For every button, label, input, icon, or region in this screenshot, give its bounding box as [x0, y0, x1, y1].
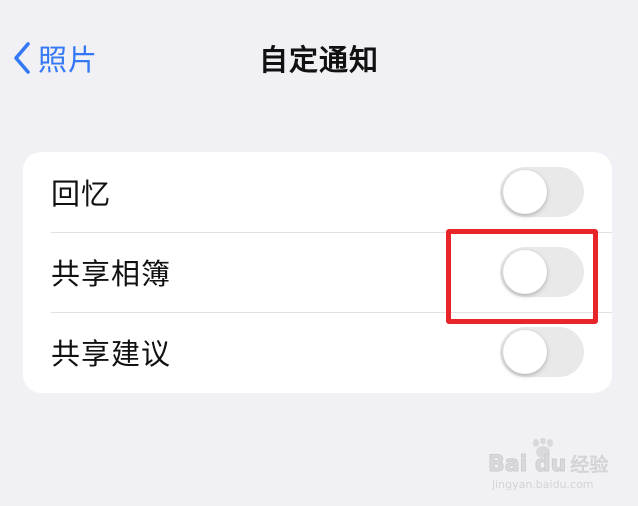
setting-row-memories: 回忆	[23, 152, 612, 232]
watermark-suffix: 经验	[570, 454, 609, 477]
page-title: 自定通知	[258, 43, 379, 77]
watermark-url: jingyan.baidu.com	[492, 478, 594, 491]
watermark-brand: Bai du	[487, 452, 567, 478]
notification-settings-screen: 照片 自定通知 回忆 共享相簿 共享建议 Bai du 经验 jingyan.b…	[0, 0, 638, 506]
toggle-knob	[503, 170, 547, 214]
memories-toggle[interactable]	[500, 167, 584, 217]
setting-label: 共享相簿	[51, 257, 172, 291]
setting-row-sharing-suggestions: 共享建议	[23, 312, 612, 392]
setting-label: 共享建议	[51, 337, 172, 371]
highlight-box	[446, 229, 598, 324]
toggle-knob	[503, 330, 547, 374]
sharing-suggestions-toggle[interactable]	[500, 327, 584, 377]
setting-label: 回忆	[51, 177, 112, 211]
baidu-jingyan-watermark: Bai du 经验 jingyan.baidu.com	[487, 437, 628, 494]
